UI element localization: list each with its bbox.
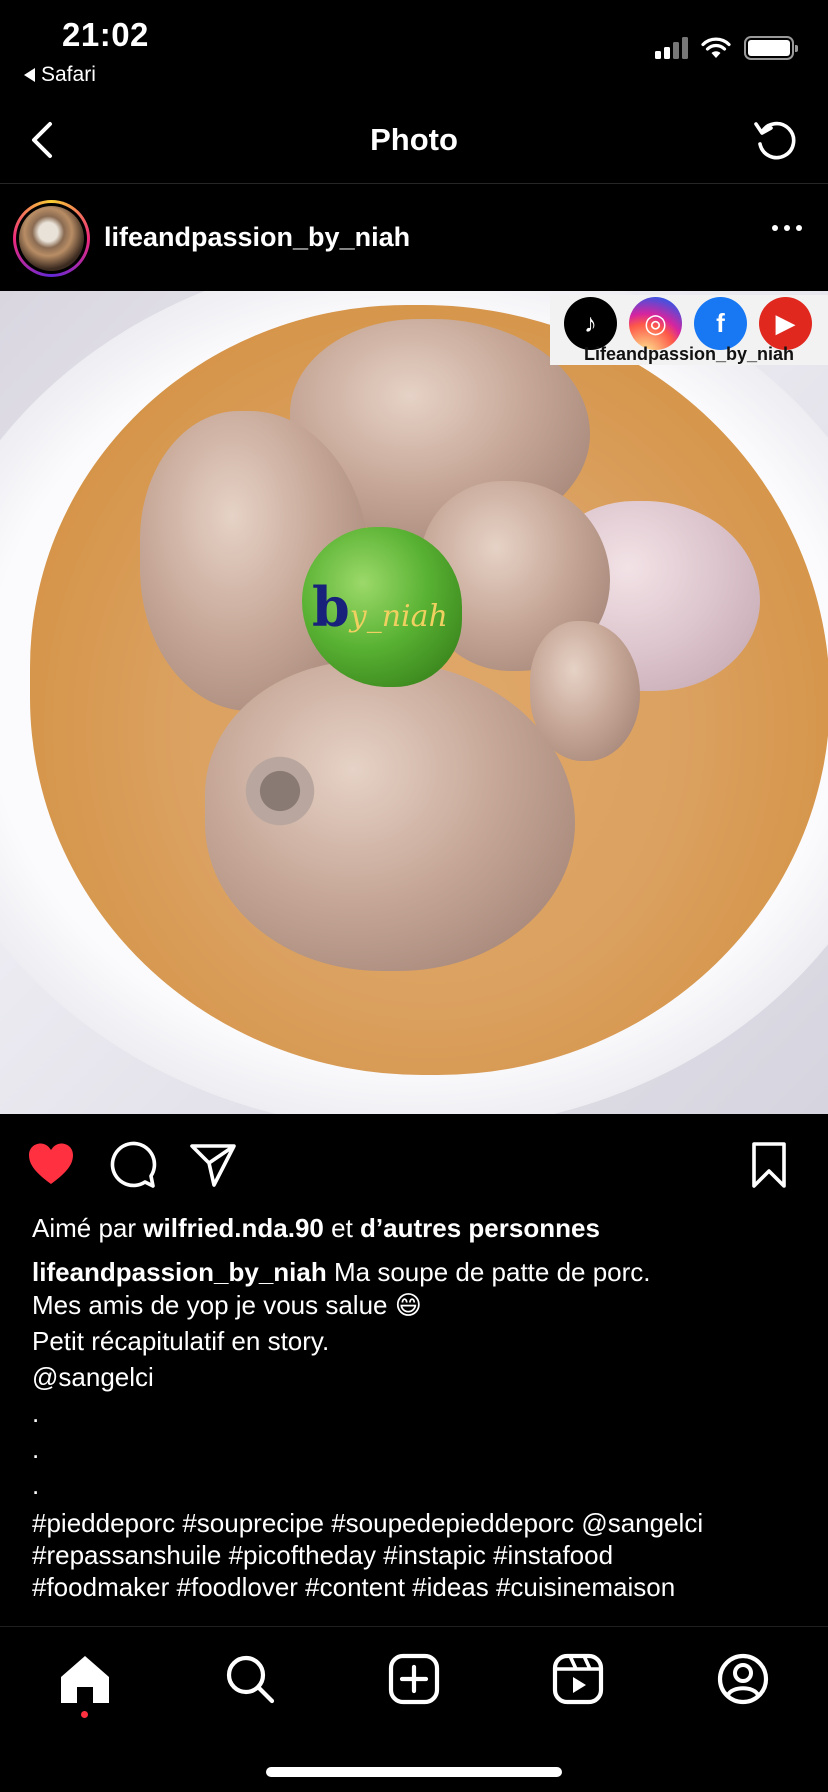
refresh-icon[interactable] <box>750 114 802 166</box>
caption-body: Mes amis de yop je vous salue 😄 Petit ré… <box>32 1290 422 1500</box>
share-icon[interactable] <box>188 1140 238 1190</box>
status-bar: 21:02 Safari <box>0 0 828 100</box>
youtube-icon: ▶ <box>759 297 812 350</box>
post-username[interactable]: lifeandpassion_by_niah <box>104 222 410 253</box>
post-caption: Aimé par wilfried.nda.90 et d’autres per… <box>32 1210 802 1603</box>
more-horizontal-icon[interactable] <box>772 225 802 231</box>
search-icon[interactable] <box>222 1651 278 1707</box>
post-header: lifeandpassion_by_niah <box>0 185 828 291</box>
cellular-signal-icon <box>655 37 688 59</box>
home-indicator[interactable] <box>266 1767 562 1777</box>
post-actions <box>0 1114 828 1212</box>
likes-line: Aimé par wilfried.nda.90 et d’autres per… <box>32 1213 600 1243</box>
caption-hashtags[interactable]: #pieddeporc #souprecipe #soupedepieddepo… <box>32 1507 802 1603</box>
facebook-icon: f <box>694 297 747 350</box>
back-app-label: Safari <box>41 63 96 86</box>
watermark-logo: by_niah <box>312 575 448 639</box>
likes-others-link[interactable]: d’autres personnes <box>360 1213 600 1243</box>
liker-username[interactable]: wilfried.nda.90 <box>143 1213 324 1243</box>
status-icons <box>655 36 798 60</box>
heart-icon[interactable] <box>26 1140 76 1190</box>
watermark-handle: Lifeandpassion_by_niah <box>583 344 795 364</box>
reels-icon[interactable] <box>550 1651 606 1707</box>
social-watermark-banner: ♪ ◎ f ▶ Lifeandpassion_by_niah <box>550 295 828 365</box>
back-to-safari-button[interactable]: Safari <box>24 63 96 87</box>
avatar-image <box>19 206 84 271</box>
comment-icon[interactable] <box>107 1140 157 1190</box>
avatar[interactable] <box>13 200 90 277</box>
page-title: Photo <box>370 122 458 157</box>
create-post-icon[interactable] <box>386 1651 442 1707</box>
nav-header: Photo <box>0 100 828 184</box>
bookmark-icon[interactable] <box>744 1140 794 1190</box>
profile-icon[interactable] <box>715 1651 771 1707</box>
battery-icon <box>744 36 798 60</box>
bottom-tab-bar <box>0 1626 828 1792</box>
tiktok-icon: ♪ <box>564 297 617 350</box>
wifi-icon <box>701 37 731 58</box>
caption-first-line: lifeandpassion_by_niah Ma soupe de patte… <box>32 1257 651 1287</box>
back-triangle-icon <box>24 68 35 82</box>
status-time: 21:02 <box>62 16 149 53</box>
notification-dot <box>81 1711 88 1718</box>
home-icon[interactable] <box>57 1651 113 1707</box>
post-photo[interactable]: by_niah ♪ ◎ f ▶ Lifeandpassion_by_niah <box>0 291 828 1114</box>
instagram-icon: ◎ <box>629 297 682 350</box>
caption-username[interactable]: lifeandpassion_by_niah <box>32 1257 327 1287</box>
